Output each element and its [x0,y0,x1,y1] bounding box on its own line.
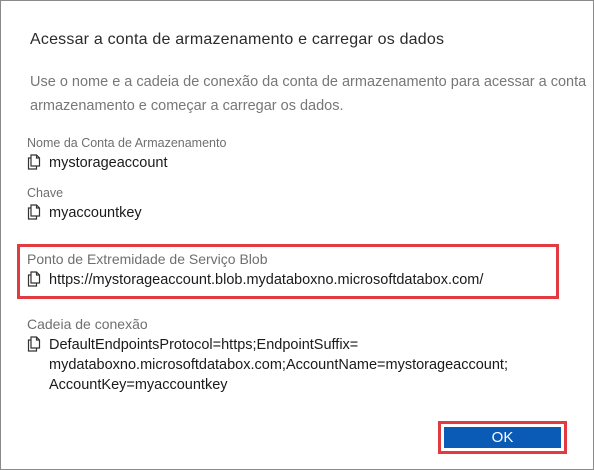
field-key: Chave myaccountkey [27,186,142,223]
field-label: Cadeia de conexão [27,316,148,332]
field-label: Ponto de Extremidade de Serviço Blob [27,251,268,267]
copy-icon[interactable] [27,271,41,287]
copy-icon[interactable] [27,154,41,170]
field-account-name: Nome da Conta de Armazenamento mystorage… [27,136,226,173]
connection-string-value: DefaultEndpointsProtocol=https;EndpointS… [49,335,508,395]
copy-icon[interactable] [27,336,41,352]
description-line-1: Use o nome e a cadeia de conexão da cont… [30,74,587,90]
field-label: Chave [27,186,64,200]
description-line-2: armazenamento e começar a carregar os da… [30,98,344,114]
connection-string-line-3: AccountKey=myaccountkey [49,377,228,393]
ok-button[interactable]: OK [444,427,561,448]
connection-string-line-1: DefaultEndpointsProtocol=https;EndpointS… [49,337,359,353]
dialog-title: Acessar a conta de armazenamento e carre… [30,31,445,48]
dialog-description: Use o nome e a cadeia de conexão da cont… [30,70,590,118]
field-value: https://mystorageaccount.blob.mydataboxn… [49,272,484,288]
field-value: mystorageaccount [49,155,168,171]
field-blob-endpoint: Ponto de Extremidade de Serviço Blob htt… [27,251,483,290]
field-value: myaccountkey [49,205,142,221]
copy-icon[interactable] [27,204,41,220]
field-connection-string: Cadeia de conexão DefaultEndpointsProtoc… [27,316,508,395]
field-label: Nome da Conta de Armazenamento [27,136,227,150]
connection-string-line-2: mydataboxno.microsoftdatabox.com;Account… [49,357,508,373]
dialog: Acessar a conta de armazenamento e carre… [0,0,594,470]
